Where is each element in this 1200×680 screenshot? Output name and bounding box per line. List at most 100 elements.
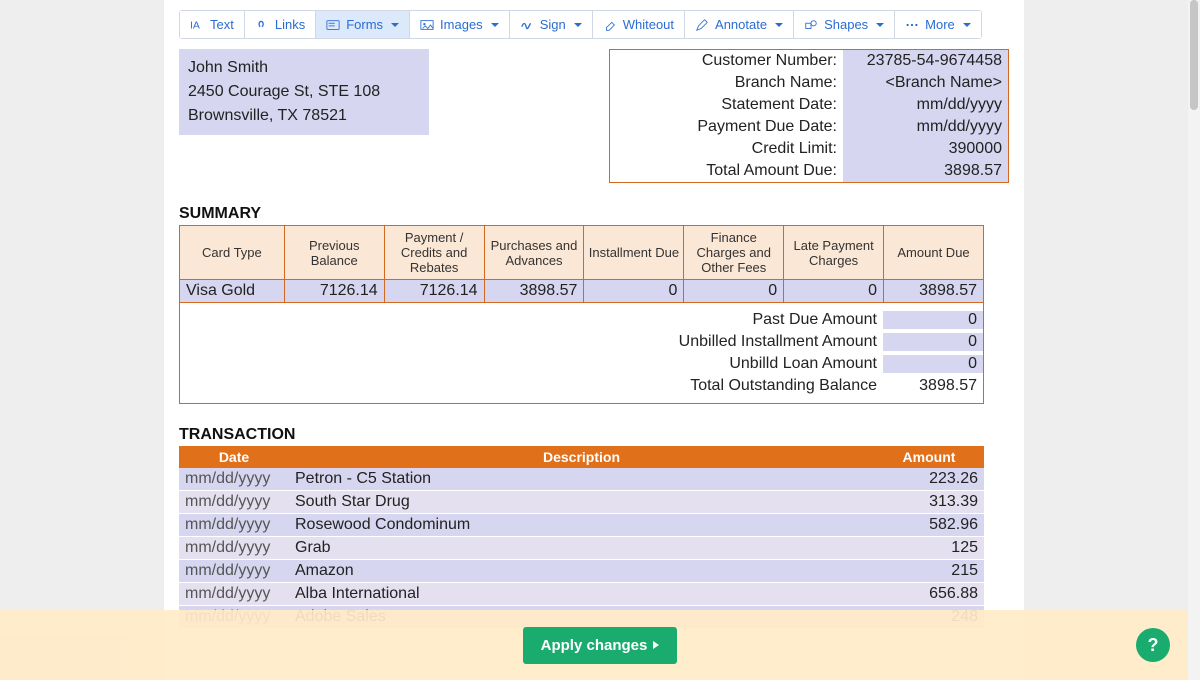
footer-bar: Apply changes (0, 610, 1200, 680)
credit-limit-field[interactable]: 390000 (843, 138, 1008, 160)
tx-desc-field[interactable]: Alba International (289, 583, 874, 606)
chevron-down-icon (574, 23, 582, 27)
forms-icon (326, 18, 340, 32)
cell-installment[interactable]: 0 (584, 280, 684, 303)
branch-name-field[interactable]: <Branch Name> (843, 72, 1008, 94)
due-date-field[interactable]: mm/dd/yyyy (843, 116, 1008, 138)
document-page: IA Text Links Forms (164, 0, 1024, 680)
link-icon (255, 18, 269, 32)
editor-toolbar: IA Text Links Forms (179, 10, 982, 39)
past-due-field[interactable]: 0 (883, 311, 983, 329)
table-row: mm/dd/yyyySouth Star Drug313.39 (179, 491, 984, 514)
apply-changes-button[interactable]: Apply changes (523, 627, 678, 664)
toolbar-annotate-button[interactable]: Annotate (685, 11, 794, 38)
meta-label: Payment Due Date: (610, 116, 843, 138)
cell-finance[interactable]: 0 (684, 280, 784, 303)
unbilled-loan-field[interactable]: 0 (883, 355, 983, 373)
chevron-right-icon (653, 641, 659, 649)
toolbar-label: Shapes (824, 17, 868, 32)
tx-date-field[interactable]: mm/dd/yyyy (179, 514, 289, 537)
col-prev-balance: Previous Balance (284, 226, 384, 280)
help-icon: ? (1148, 635, 1159, 656)
eraser-icon (603, 18, 617, 32)
address-line1: 2450 Courage St, STE 108 (188, 80, 420, 104)
transaction-table: Date Description Amount mm/dd/yyyyPetron… (179, 446, 984, 629)
address-block[interactable]: John Smith 2450 Courage St, STE 108 Brow… (179, 49, 429, 135)
cell-purchases[interactable]: 3898.57 (484, 280, 584, 303)
tx-desc-field[interactable]: Rosewood Condominum (289, 514, 874, 537)
cell-pcr[interactable]: 7126.14 (384, 280, 484, 303)
tx-amount-field[interactable]: 215 (874, 560, 984, 583)
toolbar-label: More (925, 17, 955, 32)
col-card-type: Card Type (180, 226, 285, 280)
tx-desc-field[interactable]: Petron - C5 Station (289, 468, 874, 491)
toolbar-text-button[interactable]: IA Text (180, 11, 245, 38)
image-icon (420, 18, 434, 32)
chevron-down-icon (391, 23, 399, 27)
toolbar-links-button[interactable]: Links (245, 11, 316, 38)
tx-amount-field[interactable]: 582.96 (874, 514, 984, 537)
tx-amount-field[interactable]: 656.88 (874, 583, 984, 606)
toolbar-shapes-button[interactable]: Shapes (794, 11, 895, 38)
tx-date-field[interactable]: mm/dd/yyyy (179, 537, 289, 560)
tx-date-field[interactable]: mm/dd/yyyy (179, 491, 289, 514)
tx-date-field[interactable]: mm/dd/yyyy (179, 560, 289, 583)
toolbar-sign-button[interactable]: Sign (510, 11, 593, 38)
apply-label: Apply changes (541, 637, 648, 654)
total-outstanding-field: 3898.57 (883, 377, 983, 395)
summary-heading: SUMMARY (179, 205, 1009, 223)
table-row: mm/dd/yyyyAmazon215 (179, 560, 984, 583)
cell-late[interactable]: 0 (784, 280, 884, 303)
cell-amount-due[interactable]: 3898.57 (884, 280, 984, 303)
tx-amount-field[interactable]: 313.39 (874, 491, 984, 514)
toolbar-forms-button[interactable]: Forms (316, 11, 410, 38)
col-late: Late Payment Charges (784, 226, 884, 280)
chevron-down-icon (963, 23, 971, 27)
total-due-field[interactable]: 3898.57 (843, 160, 1008, 182)
table-row: mm/dd/yyyyPetron - C5 Station223.26 (179, 468, 984, 491)
scroll-thumb[interactable] (1190, 0, 1198, 110)
customer-name: John Smith (188, 56, 420, 80)
chevron-down-icon (876, 23, 884, 27)
cell-prev-balance[interactable]: 7126.14 (284, 280, 384, 303)
tx-desc-field[interactable]: South Star Drug (289, 491, 874, 514)
tx-desc-field[interactable]: Amazon (289, 560, 874, 583)
col-date: Date (179, 446, 289, 468)
tx-date-field[interactable]: mm/dd/yyyy (179, 583, 289, 606)
address-line2: Brownsville, TX 78521 (188, 104, 420, 128)
col-description: Description (289, 446, 874, 468)
toolbar-more-button[interactable]: More (895, 11, 981, 38)
meta-label: Customer Number: (610, 50, 843, 72)
tx-desc-field[interactable]: Grab (289, 537, 874, 560)
toolbar-images-button[interactable]: Images (410, 11, 510, 38)
table-row: mm/dd/yyyyGrab125 (179, 537, 984, 560)
tx-date-field[interactable]: mm/dd/yyyy (179, 468, 289, 491)
help-button[interactable]: ? (1136, 628, 1170, 662)
toolbar-label: Annotate (715, 17, 767, 32)
customer-number-field[interactable]: 23785-54-9674458 (843, 50, 1008, 72)
col-amount: Amount (874, 446, 984, 468)
unbilled-install-field[interactable]: 0 (883, 333, 983, 351)
summary-extras: Past Due Amount 0 Unbilled Installment A… (179, 303, 984, 404)
table-row: mm/dd/yyyyAlba International656.88 (179, 583, 984, 606)
col-amount-due: Amount Due (884, 226, 984, 280)
extras-label: Unbilled Installment Amount (679, 333, 883, 351)
tx-amount-field[interactable]: 125 (874, 537, 984, 560)
toolbar-label: Forms (346, 17, 383, 32)
meta-label: Statement Date: (610, 94, 843, 116)
toolbar-label: Links (275, 17, 305, 32)
vertical-scrollbar[interactable] (1188, 0, 1200, 680)
signature-icon (520, 18, 534, 32)
meta-label: Branch Name: (610, 72, 843, 94)
toolbar-label: Sign (540, 17, 566, 32)
tx-amount-field[interactable]: 223.26 (874, 468, 984, 491)
cell-card-type[interactable]: Visa Gold (180, 280, 285, 303)
dots-icon (905, 18, 919, 32)
toolbar-whiteout-button[interactable]: Whiteout (593, 11, 685, 38)
pencil-icon (695, 18, 709, 32)
transaction-heading: TRANSACTION (179, 426, 1009, 444)
statement-date-field[interactable]: mm/dd/yyyy (843, 94, 1008, 116)
chevron-down-icon (491, 23, 499, 27)
col-finance: Finance Charges and Other Fees (684, 226, 784, 280)
col-installment: Installment Due (584, 226, 684, 280)
